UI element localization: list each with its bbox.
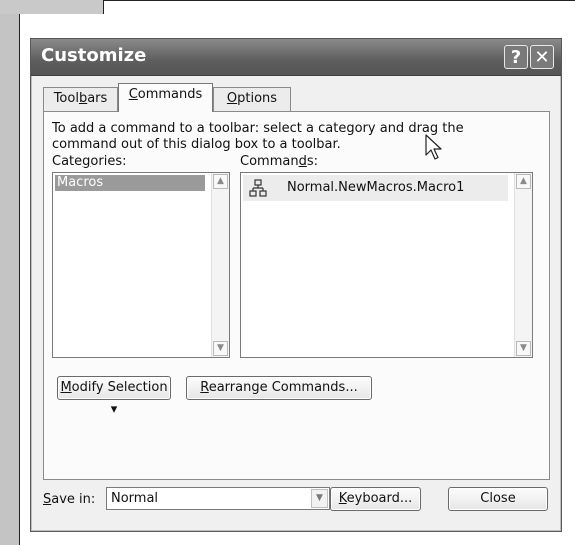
save-in-label: Save in:	[43, 492, 96, 507]
tab-commands[interactable]: Commands	[118, 83, 213, 112]
dialog-titlebar[interactable]: Customize ? ✕	[31, 39, 561, 76]
macro-icon	[249, 179, 267, 197]
rearrange-commands-button[interactable]: Rearrange Commands...	[186, 376, 372, 400]
scroll-up-icon[interactable]: ▲	[516, 174, 531, 189]
command-item[interactable]: Normal.NewMacros.Macro1	[243, 175, 508, 201]
save-in-select[interactable]: Normal ▼	[106, 487, 330, 510]
commands-panel: To add a command to a toolbar: select a …	[43, 111, 550, 480]
close-button[interactable]: Close	[448, 487, 548, 511]
categories-label: Categories:	[52, 154, 127, 169]
page-corner-tab	[0, 0, 103, 14]
page-left-rule	[19, 14, 20, 545]
instructions-text: To add a command to a toolbar: select a …	[52, 121, 464, 152]
chevron-down-icon: ▾	[110, 402, 118, 417]
commands-list[interactable]: Normal.NewMacros.Macro1 ▲ ▼	[240, 172, 533, 358]
page-corner-rule	[103, 0, 104, 14]
dialog-title: Customize	[41, 45, 147, 66]
tab-toolbars[interactable]: Toolbars	[43, 87, 118, 111]
commands-scrollbar[interactable]: ▲ ▼	[514, 173, 532, 357]
page-top-rule	[103, 0, 575, 1]
scroll-up-icon[interactable]: ▲	[213, 174, 228, 189]
mouse-pointer-icon	[425, 134, 442, 160]
tab-options[interactable]: Options	[213, 87, 291, 111]
save-in-value: Normal	[111, 491, 159, 506]
customize-dialog: Customize ? ✕ Toolbars Commands Options …	[30, 38, 562, 532]
scroll-down-icon[interactable]: ▼	[516, 341, 531, 356]
commands-label: Commands:	[240, 154, 318, 169]
command-label: Normal.NewMacros.Macro1	[287, 180, 465, 195]
help-button[interactable]: ?	[504, 45, 528, 69]
categories-scrollbar[interactable]: ▲ ▼	[211, 173, 229, 357]
close-icon[interactable]: ✕	[530, 45, 554, 69]
keyboard-button[interactable]: Keyboard...	[330, 487, 421, 511]
chevron-down-icon[interactable]: ▼	[311, 489, 328, 508]
categories-list[interactable]: Macros ▲ ▼	[52, 172, 230, 358]
page-left-margin	[0, 14, 19, 545]
modify-selection-button[interactable]: Modify Selection ▾	[57, 376, 171, 417]
scroll-down-icon[interactable]: ▼	[213, 341, 228, 356]
category-item-macros[interactable]: Macros	[55, 175, 205, 191]
